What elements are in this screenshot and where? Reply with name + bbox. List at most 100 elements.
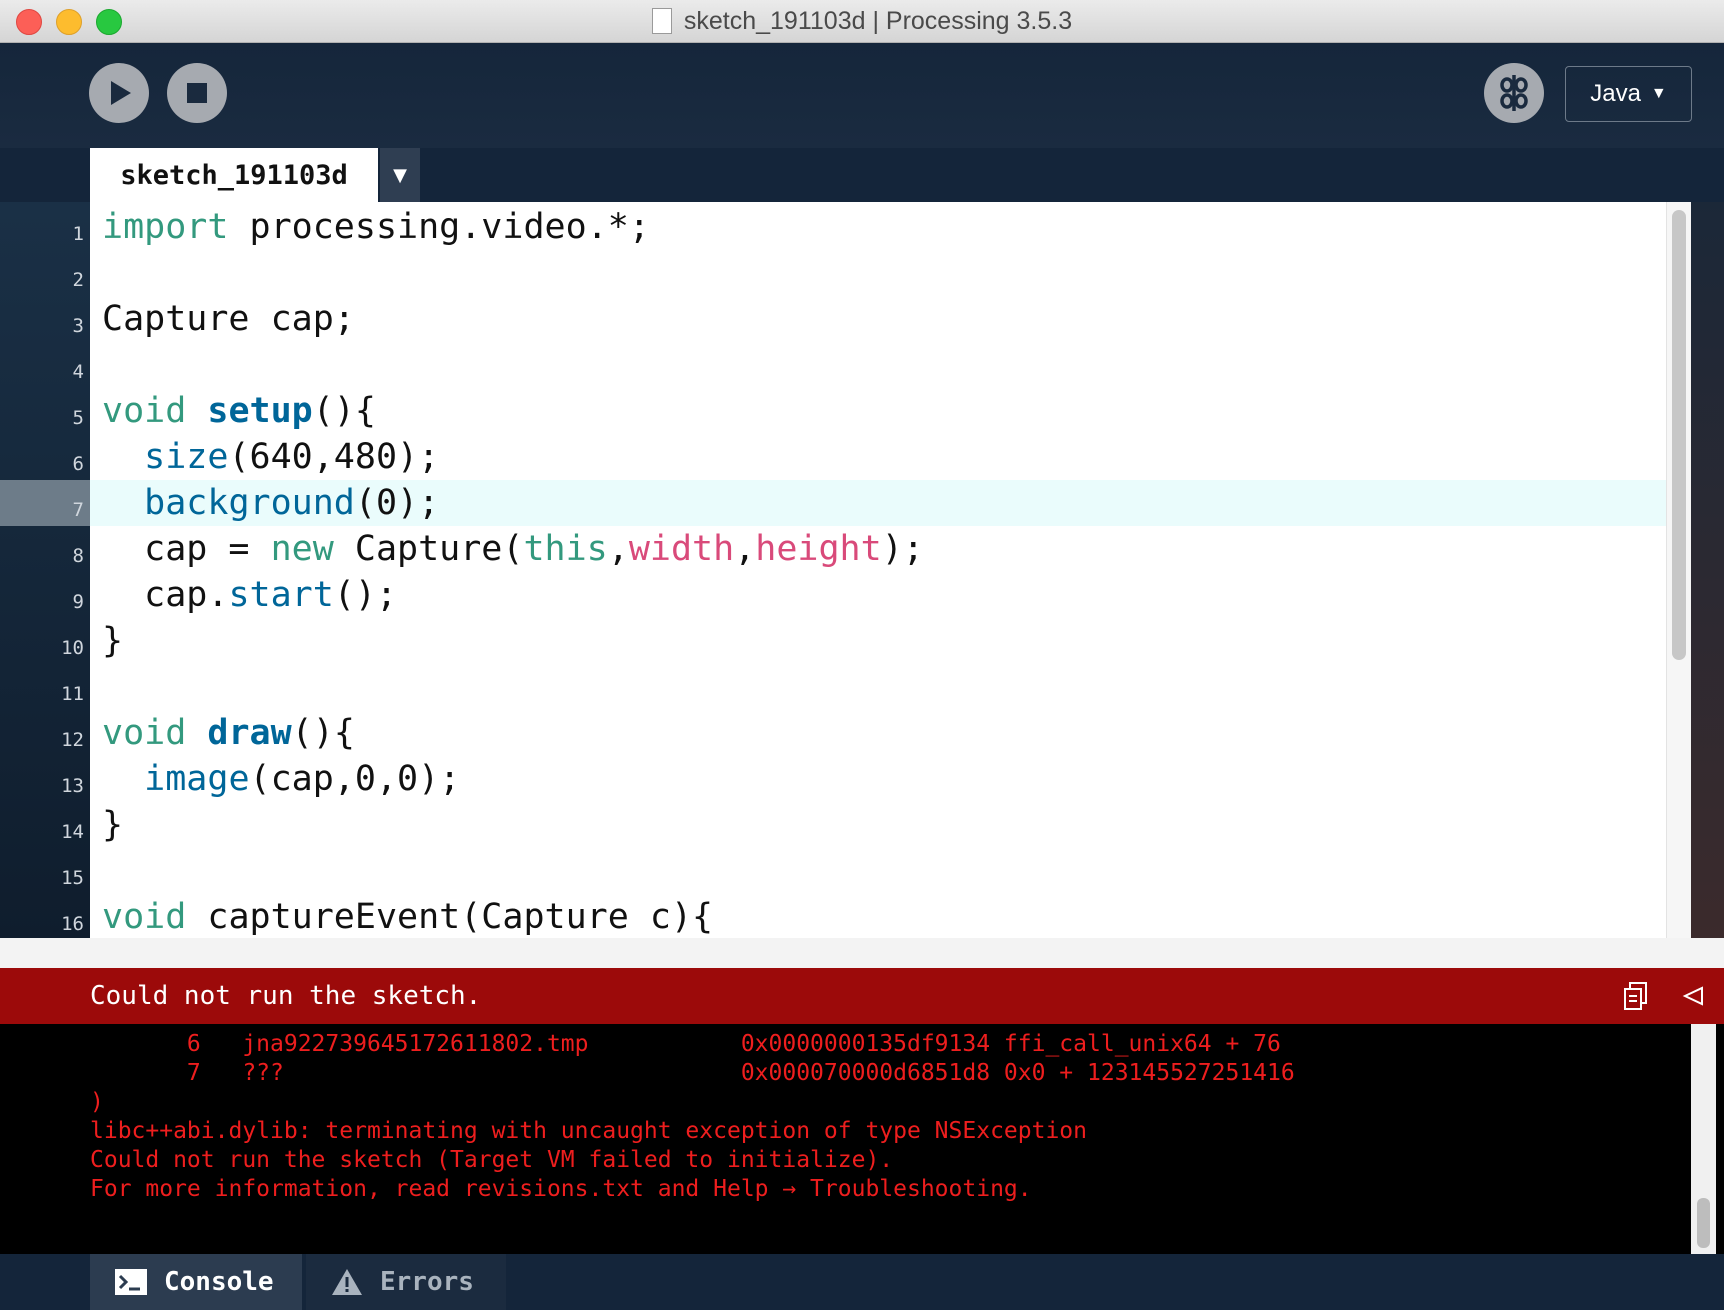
- line-number: 9: [72, 591, 84, 613]
- code-token: }: [102, 805, 124, 845]
- code-token-kw: void: [102, 897, 187, 937]
- code-text[interactable]: [90, 664, 1666, 710]
- code-line[interactable]: 15: [0, 848, 1666, 894]
- collapse-left-icon[interactable]: [1680, 982, 1706, 1010]
- stop-button[interactable]: [167, 63, 227, 123]
- code-text[interactable]: cap.start();: [90, 572, 1666, 618]
- line-number: 11: [61, 683, 84, 705]
- code-token: ,: [734, 529, 756, 569]
- code-text[interactable]: cap = new Capture(this,width,height);: [90, 526, 1666, 572]
- code-text[interactable]: }: [90, 618, 1666, 664]
- copy-icon[interactable]: [1622, 981, 1650, 1011]
- tab-sketch[interactable]: sketch_191103d: [90, 148, 378, 202]
- code-token-var: height: [755, 529, 882, 569]
- mode-selector[interactable]: Java ▼: [1565, 66, 1692, 122]
- window-title: sketch_191103d | Processing 3.5.3: [683, 6, 1073, 35]
- errors-tab-label: Errors: [380, 1267, 474, 1297]
- code-token-fn: setup: [207, 391, 313, 431]
- warning-icon: [330, 1267, 364, 1297]
- footer-tab-bar: Console Errors: [0, 1254, 1724, 1310]
- code-line[interactable]: 8 cap = new Capture(this,width,height);: [0, 526, 1666, 572]
- stop-icon: [187, 83, 207, 103]
- code-editor[interactable]: 1 import processing.video.*; 2 3 Capture cap…: [0, 202, 1724, 968]
- line-number: 13: [61, 775, 84, 797]
- code-text[interactable]: Capture cap;: [90, 296, 1666, 342]
- code-text[interactable]: [90, 342, 1666, 388]
- console-line: 6 jna922739645172611802.tmp 0x0000000135…: [90, 1031, 1281, 1057]
- play-icon: [111, 81, 131, 105]
- chevron-down-icon: ▼: [393, 164, 407, 186]
- code-line[interactable]: 12 void draw(){: [0, 710, 1666, 756]
- code-token: ();: [333, 575, 398, 615]
- code-line[interactable]: 10}: [0, 618, 1666, 664]
- code-line[interactable]: 16 void captureEvent(Capture c){: [0, 894, 1666, 940]
- code-line[interactable]: 11: [0, 664, 1666, 710]
- error-bar: Could not run the sketch.: [0, 968, 1724, 1024]
- debugger-button[interactable]: [1484, 63, 1544, 123]
- tab-menu-button[interactable]: ▼: [380, 148, 420, 202]
- line-number: 3: [72, 315, 84, 337]
- code-text[interactable]: image(cap,0,0);: [90, 756, 1666, 802]
- code-token: Capture cap;: [102, 299, 355, 339]
- code-token: Capture(: [333, 529, 524, 569]
- code-text[interactable]: void draw(){: [90, 710, 1666, 756]
- code-token-kw: new: [270, 529, 334, 569]
- document-icon: [651, 8, 672, 34]
- code-line[interactable]: 3 Capture cap;: [0, 296, 1666, 342]
- code-token-kw: void: [102, 713, 187, 753]
- code-token-call: size: [144, 437, 229, 477]
- code-line[interactable]: 14}: [0, 802, 1666, 848]
- code-text[interactable]: size(640,480);: [90, 434, 1666, 480]
- code-line[interactable]: 4: [0, 342, 1666, 388]
- code-token-kw: import: [102, 207, 229, 247]
- code-line[interactable]: 13 image(cap,0,0);: [0, 756, 1666, 802]
- code-text[interactable]: void setup(){: [90, 388, 1666, 434]
- console-line: For more information, read revisions.txt…: [90, 1176, 1032, 1202]
- code-token: (0);: [354, 483, 440, 523]
- code-token: );: [881, 529, 924, 569]
- code-text[interactable]: [90, 250, 1666, 296]
- code-token-call: background: [144, 483, 355, 523]
- tab-errors[interactable]: Errors: [306, 1254, 506, 1310]
- code-line[interactable]: 5 void setup(){: [0, 388, 1666, 434]
- code-text[interactable]: void captureEvent(Capture c){: [90, 894, 1666, 940]
- run-button[interactable]: [89, 63, 149, 123]
- line-number: 8: [72, 545, 84, 567]
- code-text[interactable]: }: [90, 802, 1666, 848]
- editor-horizontal-scrollbar[interactable]: [0, 938, 1724, 968]
- console-line: 7 ??? 0x000070000d6851d8 0x0 + 123145527…: [90, 1060, 1295, 1086]
- title-wrap: sketch_191103d | Processing 3.5.3: [0, 0, 1724, 42]
- code-token-fn: draw: [207, 713, 292, 753]
- code-token-var: width: [628, 529, 735, 569]
- processing-window: sketch_191103d | Processing 3.5.3 Java ▼: [0, 0, 1724, 1310]
- console-scrollbar-thumb[interactable]: [1697, 1198, 1710, 1248]
- toolbar: Java ▼: [0, 43, 1724, 148]
- code-text[interactable]: import processing.video.*;: [90, 204, 1666, 250]
- code-token: (640,480);: [228, 437, 440, 477]
- code-line[interactable]: 2: [0, 250, 1666, 296]
- code-text[interactable]: background(0);: [90, 480, 1666, 526]
- code-token-call: start: [228, 575, 334, 615]
- code-line[interactable]: 1 import processing.video.*;: [0, 204, 1666, 250]
- line-number: 10: [61, 637, 84, 659]
- console-output[interactable]: 6 jna922739645172611802.tmp 0x0000000135…: [0, 1024, 1724, 1254]
- console-tab-label: Console: [164, 1267, 274, 1297]
- editor-scrollbar-thumb[interactable]: [1672, 210, 1686, 660]
- code-token: }: [102, 621, 124, 661]
- code-token: ,: [607, 529, 629, 569]
- code-line[interactable]: 9 cap.start();: [0, 572, 1666, 618]
- code-line[interactable]: 7 background(0);: [0, 480, 1666, 526]
- chevron-down-icon: ▼: [1650, 85, 1667, 102]
- tab-console[interactable]: Console: [90, 1254, 302, 1310]
- code-token-call: image: [144, 759, 250, 799]
- code-text[interactable]: [90, 848, 1666, 894]
- line-number: 4: [72, 361, 84, 383]
- title-bar[interactable]: sketch_191103d | Processing 3.5.3: [0, 0, 1724, 43]
- code-line[interactable]: 6 size(640,480);: [0, 434, 1666, 480]
- line-number: 7: [0, 480, 90, 526]
- terminal-icon: [114, 1267, 148, 1297]
